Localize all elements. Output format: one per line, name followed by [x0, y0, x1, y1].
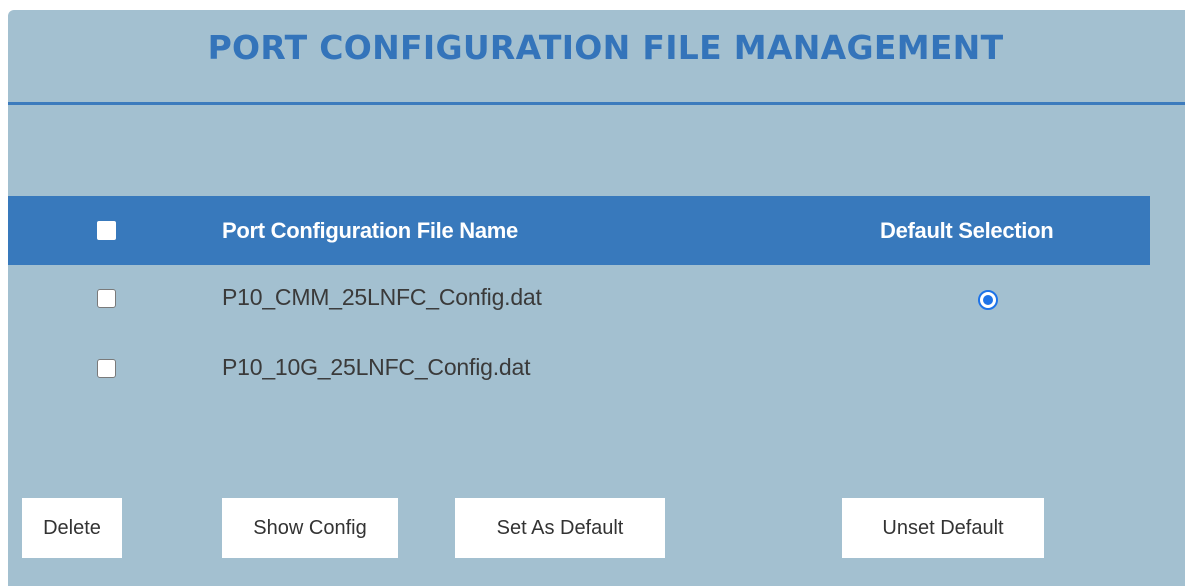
column-header-default-selection: Default Selection	[880, 218, 1054, 243]
column-header-file-name: Port Configuration File Name	[222, 218, 518, 243]
delete-button[interactable]: Delete	[22, 498, 122, 558]
show-config-button[interactable]: Show Config	[222, 498, 398, 558]
select-all-checkbox[interactable]	[97, 221, 116, 240]
port-config-panel: PORT CONFIGURATION FILE MANAGEMENT Port …	[8, 10, 1185, 586]
file-name: P10_CMM_25LNFC_Config.dat	[222, 284, 542, 310]
page-title: PORT CONFIGURATION FILE MANAGEMENT	[207, 28, 1004, 67]
default-radio-button[interactable]	[978, 290, 998, 310]
table-row: P10_10G_25LNFC_Config.dat	[8, 338, 1150, 398]
table-row: P10_CMM_25LNFC_Config.dat	[8, 268, 1150, 328]
set-as-default-button[interactable]: Set As Default	[455, 498, 665, 558]
title-divider	[8, 102, 1185, 105]
row-checkbox[interactable]	[97, 289, 116, 308]
table-header: Port Configuration File Name Default Sel…	[8, 196, 1150, 265]
row-checkbox[interactable]	[97, 359, 116, 378]
unset-default-button[interactable]: Unset Default	[842, 498, 1044, 558]
file-name: P10_10G_25LNFC_Config.dat	[222, 354, 531, 380]
